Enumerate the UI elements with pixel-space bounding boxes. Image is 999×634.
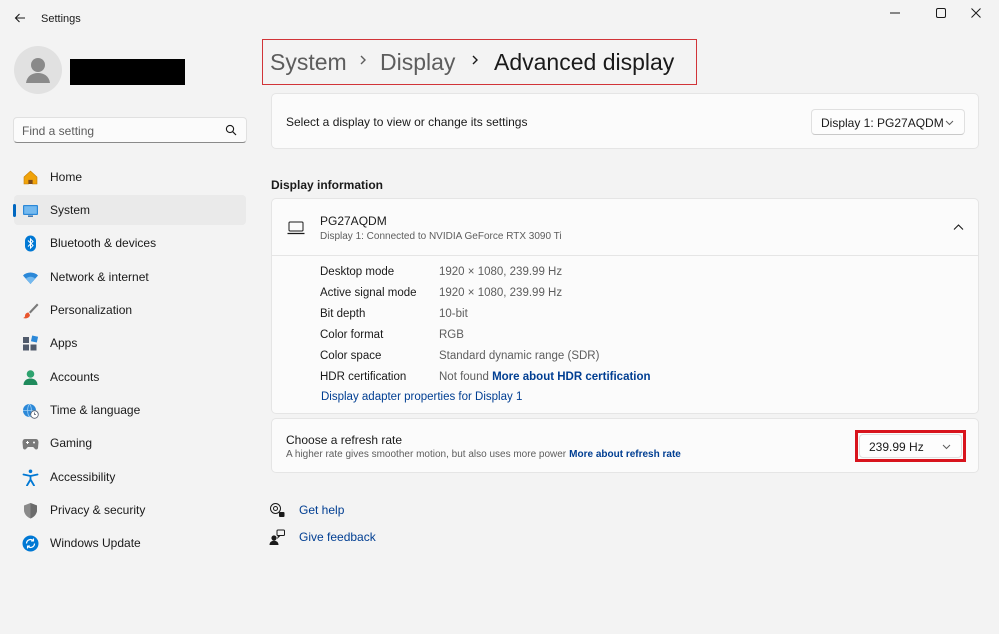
close-button[interactable]	[953, 0, 999, 26]
globe-clock-icon	[23, 403, 39, 419]
sidebar-item-windows-update[interactable]: Windows Update	[14, 528, 246, 558]
active-indicator	[13, 204, 16, 217]
refresh-rate-desc-text: A higher rate gives smoother motion, but…	[286, 449, 567, 460]
sidebar-item-label: Accounts	[50, 370, 100, 384]
sidebar-item-apps[interactable]: Apps	[14, 328, 246, 358]
sidebar-item-home[interactable]: Home	[14, 162, 246, 192]
home-icon	[23, 170, 38, 185]
chevron-down-icon	[945, 120, 954, 126]
prop-value: Standard dynamic range (SDR)	[439, 350, 600, 362]
sidebar-item-system[interactable]: System	[13, 195, 246, 225]
refresh-rate-more-link[interactable]: More about refresh rate	[569, 449, 681, 460]
prop-value: RGB	[439, 329, 464, 341]
username-redacted	[70, 59, 185, 85]
get-help-link[interactable]: Get help	[299, 503, 344, 517]
give-feedback-link[interactable]: Give feedback	[299, 530, 376, 544]
prop-label: HDR certification	[320, 371, 407, 383]
minimize-button[interactable]	[872, 0, 918, 26]
sidebar-item-label: Accessibility	[50, 470, 116, 484]
back-arrow-icon	[14, 13, 25, 23]
wifi-icon	[23, 272, 38, 284]
sidebar-item-label: Home	[50, 170, 83, 184]
prop-value: 10-bit	[439, 308, 468, 320]
apps-icon	[23, 335, 39, 351]
sidebar-item-personalization[interactable]: Personalization	[14, 295, 246, 325]
hdr-status: Not found	[439, 371, 489, 383]
sidebar-item-label: Bluetooth & devices	[50, 236, 157, 250]
sidebar-item-accessibility[interactable]: Accessibility	[14, 462, 246, 492]
refresh-rate-dropdown[interactable]: 239.99 Hz	[859, 434, 962, 458]
maximize-icon	[936, 8, 946, 18]
breadcrumb: System Display Advanced display	[262, 39, 697, 85]
select-display-card: Select a display to view or change its s…	[271, 93, 979, 149]
update-icon	[22, 535, 39, 552]
refresh-rate-card: Choose a refresh rate A higher rate give…	[271, 418, 979, 473]
gamepad-icon	[22, 439, 39, 450]
sidebar-item-label: Windows Update	[50, 536, 141, 550]
prop-label: Color format	[320, 329, 384, 341]
help-icon	[270, 503, 285, 517]
page-title: Advanced display	[494, 49, 675, 75]
sidebar-item-label: Gaming	[50, 436, 93, 450]
prop-value: 1920 × 1080, 239.99 Hz	[439, 266, 563, 278]
chevron-up-icon[interactable]	[953, 223, 964, 231]
monitor-name: PG27AQDM	[320, 214, 387, 228]
refresh-rate-description: A higher rate gives smoother motion, but…	[286, 449, 681, 460]
sidebar-item-label: Network & internet	[50, 270, 149, 284]
avatar[interactable]	[14, 46, 62, 94]
sidebar-item-label: Personalization	[50, 303, 133, 317]
sidebar-item-privacy[interactable]: Privacy & security	[14, 495, 246, 525]
sidebar-item-label: Time & language	[50, 403, 141, 417]
prop-label: Active signal mode	[320, 287, 417, 299]
app-title: Settings	[41, 13, 81, 25]
accessibility-icon	[22, 469, 39, 486]
feedback-icon	[269, 529, 285, 545]
breadcrumb-display[interactable]: Display	[380, 49, 455, 76]
refresh-rate-value: 239.99 Hz	[869, 440, 924, 454]
display-adapter-properties-link[interactable]: Display adapter properties for Display 1	[321, 391, 522, 403]
display-dropdown-value: Display 1: PG27AQDM	[821, 116, 944, 130]
prop-label: Bit depth	[320, 308, 366, 320]
sidebar-item-bluetooth[interactable]: Bluetooth & devices	[14, 228, 246, 258]
monitor-connection: Display 1: Connected to NVIDIA GeForce R…	[320, 231, 562, 242]
sidebar-item-accounts[interactable]: Accounts	[14, 362, 246, 392]
display-dropdown[interactable]: Display 1: PG27AQDM	[811, 109, 965, 135]
search-box[interactable]	[13, 117, 247, 143]
sidebar-item-label: Apps	[50, 336, 78, 350]
select-display-label: Select a display to view or change its s…	[286, 115, 528, 129]
sidebar-item-network[interactable]: Network & internet	[14, 262, 246, 292]
display-info-card: PG27AQDM Display 1: Connected to NVIDIA …	[271, 198, 979, 414]
prop-value: 1920 × 1080, 239.99 Hz	[439, 287, 563, 299]
sidebar-item-label: System	[50, 203, 91, 217]
prop-value-hdr: Not found More about HDR certification	[439, 371, 651, 383]
prop-label: Color space	[320, 350, 382, 362]
search-icon	[225, 124, 237, 136]
breadcrumb-system[interactable]: System	[270, 49, 347, 76]
sidebar-item-time-language[interactable]: Time & language	[14, 395, 246, 425]
accounts-icon	[23, 370, 38, 385]
refresh-rate-title: Choose a refresh rate	[286, 433, 403, 447]
brush-icon	[23, 303, 39, 319]
sidebar-item-gaming[interactable]: Gaming	[14, 428, 246, 458]
prop-label: Desktop mode	[320, 266, 395, 278]
user-silhouette-icon	[26, 58, 50, 83]
chevron-down-icon	[942, 444, 951, 450]
search-input[interactable]	[22, 122, 217, 139]
monitor-icon	[287, 221, 305, 235]
sidebar-item-label: Privacy & security	[50, 503, 146, 517]
back-button[interactable]	[8, 6, 32, 30]
give-feedback-row[interactable]: Give feedback	[269, 529, 376, 545]
hdr-certification-link[interactable]: More about HDR certification	[492, 371, 650, 383]
display-information-heading: Display information	[271, 178, 384, 192]
chevron-right-icon	[472, 55, 478, 65]
close-icon	[971, 8, 981, 18]
get-help-row[interactable]: Get help	[269, 502, 344, 518]
minimize-icon	[890, 12, 900, 14]
bluetooth-icon	[25, 235, 36, 252]
chevron-right-icon	[360, 55, 366, 65]
system-icon	[23, 205, 38, 217]
title-bar: Settings	[0, 0, 999, 38]
shield-icon	[24, 503, 37, 519]
display-info-header[interactable]: PG27AQDM Display 1: Connected to NVIDIA …	[272, 199, 978, 256]
